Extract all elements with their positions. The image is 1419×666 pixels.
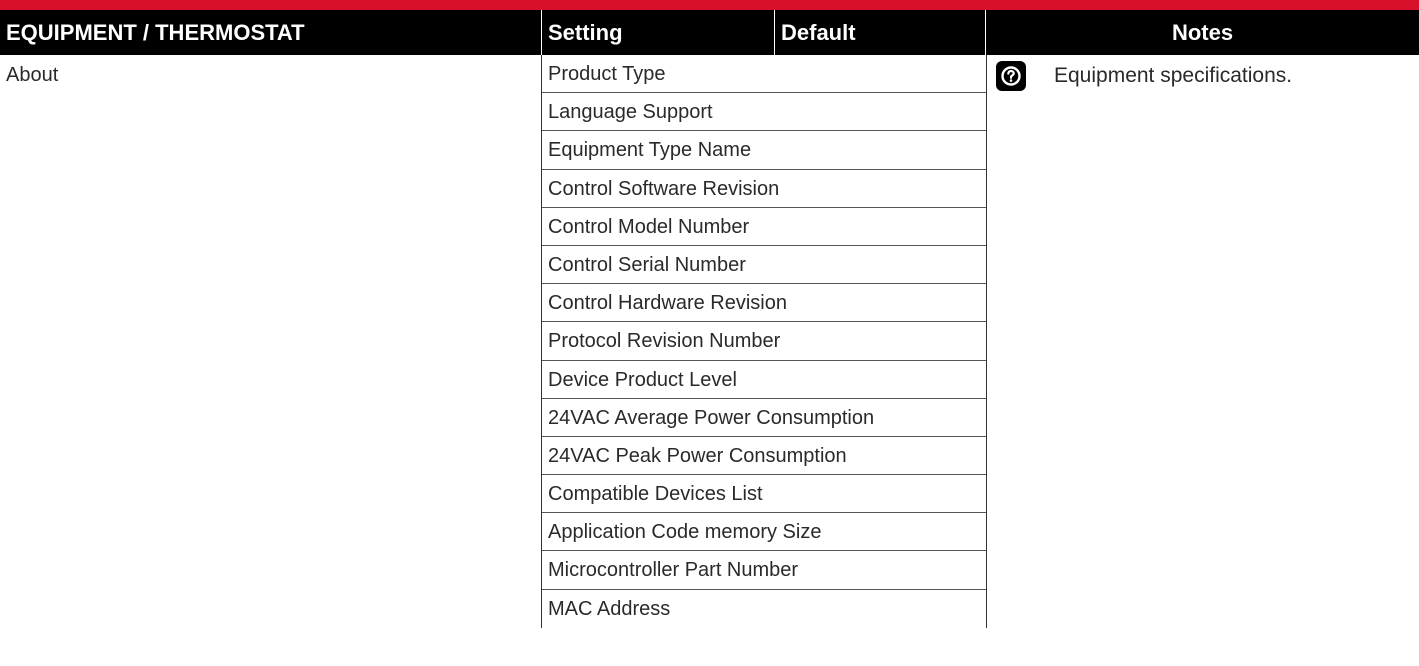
table-header: EQUIPMENT / THERMOSTAT Setting Default N… [0, 10, 1419, 55]
setting-item: 24VAC Average Power Consumption [542, 399, 986, 437]
notes-cell: Equipment specifications. [996, 59, 1292, 93]
help-icon [996, 61, 1026, 91]
section-label: About [6, 64, 59, 86]
setting-item: 24VAC Peak Power Consumption [542, 437, 986, 476]
setting-item: Equipment Type Name [542, 131, 986, 170]
settings-list: Product Type Language Support Equipment … [541, 55, 987, 628]
header-equipment: EQUIPMENT / THERMOSTAT [6, 20, 305, 45]
notes-text: Equipment specifications. [1054, 64, 1293, 87]
setting-item: Application Code memory Size [542, 513, 986, 552]
header-notes: Notes [985, 10, 1419, 55]
setting-item: Control Serial Number [542, 246, 986, 285]
header-setting: Setting [541, 10, 774, 55]
setting-item: MAC Address [548, 597, 671, 620]
setting-item: Product Type [542, 55, 986, 94]
setting-item: Microcontroller Part Number [542, 551, 986, 590]
setting-item: Compatible Devices List [542, 475, 986, 514]
header-default: Default [774, 10, 985, 55]
top-accent-bar [0, 0, 1419, 10]
setting-item: Language Support [542, 93, 986, 132]
setting-item: Control Hardware Revision [542, 284, 986, 323]
setting-item: Control Software Revision [542, 170, 986, 208]
setting-item: Control Model Number [542, 208, 986, 246]
setting-item: Device Product Level [542, 361, 986, 399]
setting-item: Protocol Revision Number [542, 322, 986, 361]
